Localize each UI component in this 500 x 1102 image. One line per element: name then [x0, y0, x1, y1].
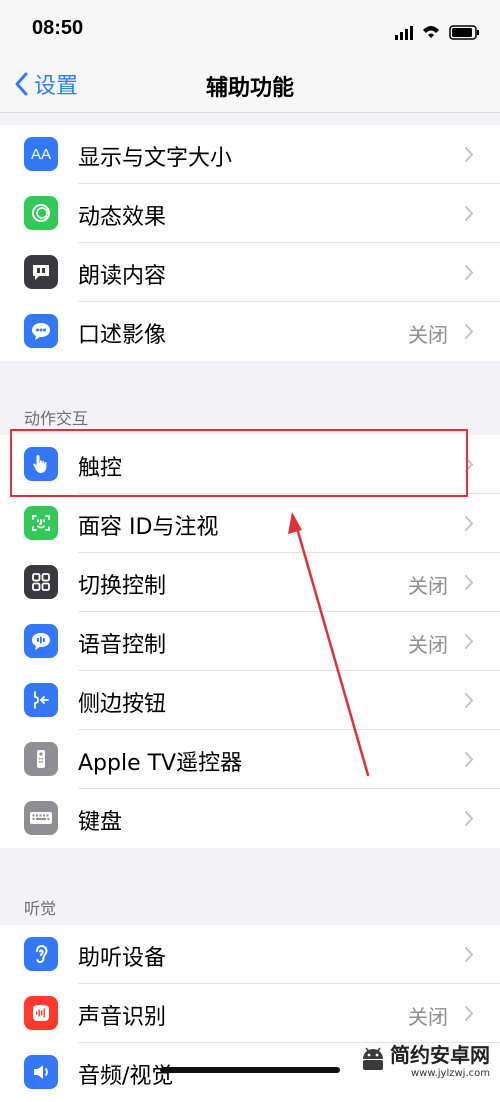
- annotation-arrow: [288, 512, 370, 777]
- watermark-url: www.jylzwj.com: [410, 1068, 490, 1079]
- watermark-text: 简约安卓网: [390, 1045, 490, 1067]
- android-logo-icon: [363, 1047, 383, 1070]
- home-indicator: [160, 1067, 340, 1073]
- watermark: 简约安卓网 www.jylzwj.com: [356, 1039, 490, 1079]
